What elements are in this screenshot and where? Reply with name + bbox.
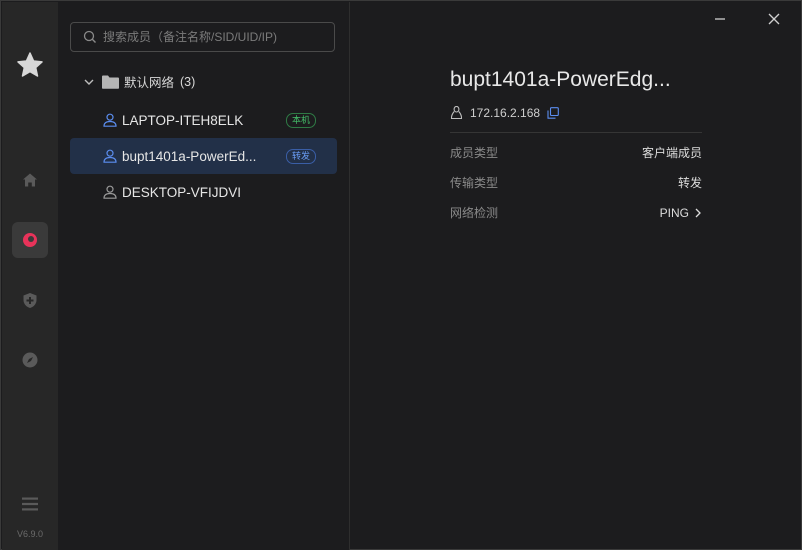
- network-count: (3): [180, 74, 196, 89]
- member-name: DESKTOP-VFIJDVI: [122, 184, 242, 200]
- transport-type-value: 转发: [677, 176, 702, 190]
- menu-button[interactable]: [12, 486, 48, 522]
- chevron-right-icon: [695, 208, 701, 217]
- transport-type-row: 传输类型 转发: [450, 174, 702, 191]
- chevron-down-icon: [84, 79, 94, 85]
- version-label: V6.9.0: [16, 529, 44, 539]
- user-icon: [103, 113, 117, 127]
- member-item-selected[interactable]: bupt1401a-PowerEd... 转发: [70, 138, 337, 174]
- member-name: bupt1401a-PowerEd...: [122, 148, 257, 164]
- left-rail: V6.9.0: [2, 2, 58, 550]
- member-item[interactable]: DESKTOP-VFIJDVI: [70, 174, 337, 210]
- search-input[interactable]: [103, 30, 323, 44]
- shield-plus-icon: [23, 292, 37, 308]
- search-icon: [83, 30, 96, 43]
- copy-icon[interactable]: [547, 107, 559, 119]
- home-icon: [23, 173, 37, 187]
- compass-icon: [22, 352, 38, 368]
- member-panel: 默认网络 (3) LAPTOP-ITEH8ELK 本机 bupt1401a-Po…: [58, 2, 350, 550]
- member-item[interactable]: LAPTOP-ITEH8ELK 本机: [70, 102, 337, 138]
- menu-icon: [22, 497, 38, 511]
- search-box[interactable]: [70, 22, 335, 52]
- ip-address: 172.16.2.168: [470, 106, 541, 120]
- member-type-value: 客户端成员: [641, 146, 702, 160]
- minimize-icon[interactable]: [712, 11, 728, 27]
- network-check-label: 网络检测: [450, 206, 499, 220]
- user-icon: [103, 149, 117, 163]
- network-group-header[interactable]: 默认网络 (3): [84, 72, 195, 91]
- network-check-row: 网络检测 PING: [450, 204, 702, 221]
- self-badge: 本机: [285, 112, 316, 128]
- user-icon: [103, 185, 117, 199]
- star-logo-icon: [16, 51, 44, 79]
- member-type-row: 成员类型 客户端成员: [450, 144, 702, 161]
- ping-label: PING: [659, 205, 689, 220]
- member-name: LAPTOP-ITEH8ELK: [122, 112, 244, 128]
- nav-security[interactable]: [12, 282, 48, 318]
- member-title: bupt1401a-PowerEdg...: [450, 68, 671, 91]
- network-name: 默认网络: [124, 76, 175, 90]
- close-icon[interactable]: [766, 11, 782, 27]
- linux-icon: [450, 106, 463, 120]
- app-window: V6.9.0 默认网络 (3) LAPTOP-ITEH8ELK 本机 bupt1…: [0, 0, 802, 550]
- ip-line: 172.16.2.168: [450, 106, 559, 120]
- ping-link[interactable]: PING: [660, 206, 702, 220]
- member-detail: bupt1401a-PowerEdg... 172.16.2.168 成员类型 …: [350, 2, 802, 550]
- nav-network[interactable]: [12, 222, 48, 258]
- folder-icon: [102, 75, 119, 89]
- nav-discover[interactable]: [12, 342, 48, 378]
- relay-badge: 转发: [285, 148, 316, 164]
- transport-type-label: 传输类型: [450, 176, 499, 190]
- nav-home[interactable]: [12, 162, 48, 198]
- divider: [450, 132, 702, 133]
- member-type-label: 成员类型: [450, 146, 499, 160]
- network-icon: [23, 233, 37, 247]
